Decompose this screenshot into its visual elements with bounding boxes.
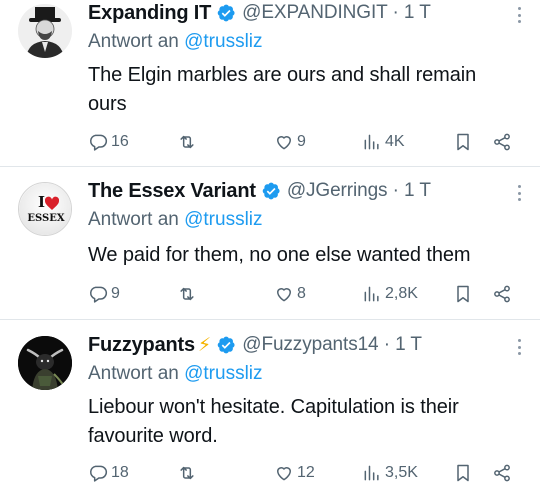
reply-prefix: Antwort an [88,209,179,230]
reply-button[interactable]: 16 [88,129,129,155]
tweet-header: Expanding IT @EXPANDINGIT · 1 T [88,0,431,26]
retweet-icon [180,466,194,480]
verified-badge-icon [217,4,235,22]
like-count: 8 [297,285,306,302]
action-bar: 18 12 3,5K [88,460,528,485]
reply-count: 18 [111,464,129,481]
tweet-3[interactable]: Fuzzypants ⚡ @Fuzzypants14 · 1 T Antwort… [0,320,540,485]
retweet-button[interactable] [177,129,200,155]
handle-and-time[interactable]: @JGerrings · 1 T [287,180,431,202]
author-name[interactable]: Fuzzypants [88,334,195,357]
share-icon [494,285,510,303]
heart-icon [277,288,291,302]
view-count: 4K [385,133,405,150]
verified-badge-icon [217,336,235,354]
reply-icon [90,134,108,151]
action-bar: 9 8 2,8K [88,281,528,307]
more-options-icon[interactable] [516,182,522,204]
tweet-text: We paid for them, no one else wanted the… [88,244,471,266]
share-icon [494,133,510,151]
lightning-icon: ⚡ [197,334,212,356]
action-bar: 16 9 4K [88,129,528,155]
reply-count: 16 [111,133,129,150]
reply-count: 9 [111,285,120,302]
views-icon [364,134,379,150]
verified-badge-icon [262,182,280,200]
views-button[interactable]: 3,5K [362,460,418,485]
bookmark-icon [457,464,469,482]
badge-text-essex: ESSEX [27,213,64,224]
author-name[interactable]: Expanding IT [88,2,211,25]
avatar[interactable] [18,336,72,390]
reply-handle-link[interactable]: @trussliz [184,363,262,384]
tweet-text: The Elgin marbles are ours and shall rem… [88,64,477,115]
bookmark-icon [457,285,469,303]
view-count: 2,8K [385,285,418,302]
bookmark-button[interactable] [453,460,473,485]
retweet-button[interactable] [177,460,200,485]
reply-context: Antwort an @trussliz [88,363,263,385]
reply-icon [90,286,108,303]
reply-context: Antwort an @trussliz [88,31,263,53]
retweet-button[interactable] [177,281,200,307]
tweet-header: Fuzzypants ⚡ @Fuzzypants14 · 1 T [88,332,422,358]
tweet-2[interactable]: I ESSEX The Essex Variant @JGerrings · 1… [0,167,540,319]
tweet-header: The Essex Variant @JGerrings · 1 T [88,178,431,204]
share-button[interactable] [492,281,512,307]
reply-handle-link[interactable]: @trussliz [184,31,262,52]
reply-prefix: Antwort an [88,363,179,384]
badge-letter-i: I [38,193,45,211]
avatar-portrait-image [18,4,72,58]
reply-icon [90,465,108,482]
share-button[interactable] [492,129,512,155]
bookmark-button[interactable] [453,281,473,307]
tweet-1[interactable]: Expanding IT @EXPANDINGIT · 1 T Antwort … [0,0,540,166]
retweet-icon [180,287,194,301]
bookmark-icon [457,133,469,151]
tweet-text: Liebour won't hesitate. Capitulation is … [88,396,459,447]
avatar[interactable] [18,4,72,58]
retweet-icon [180,135,194,149]
heart-icon [277,467,291,481]
reply-button[interactable]: 18 [88,460,129,485]
i-love-essex-badge-image: I ESSEX [19,183,71,235]
heart-icon [277,136,291,150]
avatar[interactable]: I ESSEX [18,182,72,236]
reply-context: Antwort an @trussliz [88,209,263,231]
bull-figure-image [18,336,72,390]
views-icon [364,465,379,481]
share-icon [494,464,510,482]
like-button[interactable]: 9 [274,129,306,155]
share-button[interactable] [492,460,512,485]
view-count: 3,5K [385,464,418,481]
reply-prefix: Antwort an [88,31,179,52]
views-button[interactable]: 4K [362,129,405,155]
like-count: 12 [297,464,315,481]
like-button[interactable]: 8 [274,281,306,307]
views-icon [364,286,379,302]
handle-and-time[interactable]: @Fuzzypants14 · 1 T [242,334,422,356]
views-button[interactable]: 2,8K [362,281,418,307]
reply-button[interactable]: 9 [88,281,120,307]
more-options-icon[interactable] [516,4,522,26]
more-options-icon[interactable] [516,336,522,358]
bookmark-button[interactable] [453,129,473,155]
like-count: 9 [297,133,306,150]
like-button[interactable]: 12 [274,460,315,485]
handle-and-time[interactable]: @EXPANDINGIT · 1 T [242,2,431,24]
author-name[interactable]: The Essex Variant [88,180,256,203]
reply-handle-link[interactable]: @trussliz [184,209,262,230]
